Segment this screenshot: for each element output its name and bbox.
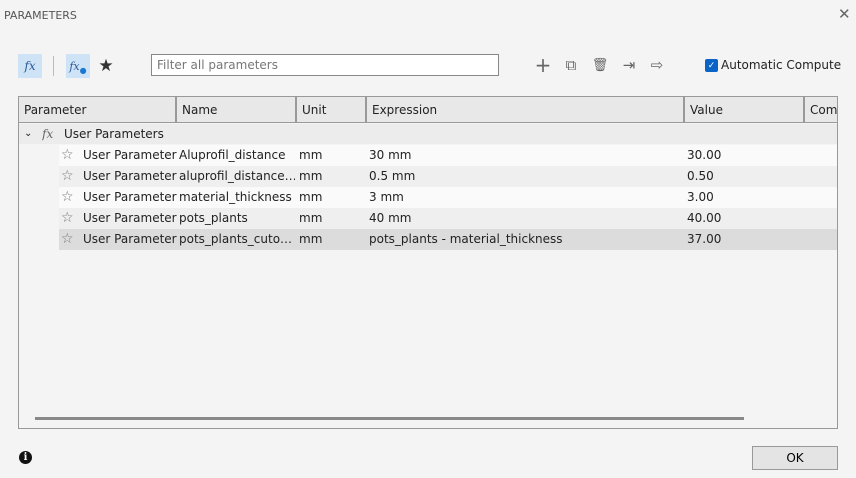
export-icon[interactable]: ⇨ [648, 56, 666, 74]
parameters-table: Parameter Name Unit Expression Value Com… [18, 96, 838, 429]
column-expression[interactable]: Expression [367, 97, 685, 123]
group-label: User Parameters [64, 127, 164, 141]
import-icon[interactable]: ⇥ [620, 56, 638, 74]
table-row[interactable]: ☆ User Parameter Aluprofil_distance mm 3… [59, 145, 837, 166]
param-expression[interactable]: 30 mm [369, 145, 411, 166]
param-unit: mm [299, 232, 323, 246]
param-unit: mm [299, 190, 323, 204]
param-unit: mm [299, 148, 323, 162]
param-type: User Parameter [83, 190, 177, 204]
column-value[interactable]: Value [685, 97, 805, 123]
param-expression[interactable]: pots_plants - material_thickness [369, 229, 563, 250]
toolbar-divider [53, 56, 54, 76]
param-unit: mm [299, 211, 323, 225]
ok-button[interactable]: OK [752, 446, 838, 470]
table-header: Parameter Name Unit Expression Value Com… [19, 97, 837, 123]
automatic-compute-label: Automatic Compute [721, 58, 842, 72]
table-row[interactable]: ☆ User Parameter aluprofil_distance… mm … [59, 166, 837, 187]
param-value: 0.50 [687, 169, 714, 183]
param-name: material_thickness [179, 190, 292, 204]
automatic-compute-checkbox[interactable]: ✓ [705, 59, 718, 72]
fx-icon: fx [42, 127, 54, 141]
favorites-star-icon[interactable]: ★ [94, 54, 118, 78]
column-name[interactable]: Name [177, 97, 297, 123]
column-unit[interactable]: Unit [297, 97, 367, 123]
group-user-parameters[interactable]: ⌄ fx User Parameters [19, 124, 837, 144]
favorite-star-icon[interactable]: ☆ [61, 187, 74, 208]
dialog-title: PARAMETERS [4, 9, 77, 22]
param-expression[interactable]: 0.5 mm [369, 166, 415, 187]
favorite-star-icon[interactable]: ☆ [61, 145, 74, 166]
param-name: aluprofil_distance… [179, 169, 295, 183]
param-type: User Parameter [83, 169, 177, 183]
add-parameter-icon[interactable]: + [534, 53, 552, 77]
table-row[interactable]: ☆ User Parameter pots_plants mm 40 mm 40… [59, 208, 837, 229]
all-parameters-fx-button[interactable]: fx [18, 54, 42, 78]
param-value: 3.00 [687, 190, 714, 204]
param-value: 30.00 [687, 148, 722, 162]
param-name: pots_plants_cuto… [179, 232, 293, 246]
param-type: User Parameter [83, 148, 177, 162]
column-parameter[interactable]: Parameter [19, 97, 177, 123]
param-name: Aluprofil_distance [179, 148, 286, 162]
param-value: 40.00 [687, 211, 722, 225]
delete-icon[interactable]: 🗑 [591, 56, 609, 74]
info-icon[interactable]: i [19, 451, 32, 464]
user-parameters-fx-button[interactable]: fx ● [66, 54, 90, 78]
favorite-star-icon[interactable]: ☆ [61, 208, 74, 229]
param-unit: mm [299, 169, 323, 183]
close-icon[interactable]: ✕ [838, 5, 851, 23]
filter-input[interactable] [151, 54, 499, 76]
param-value: 37.00 [687, 232, 722, 246]
param-expression[interactable]: 40 mm [369, 208, 411, 229]
chevron-down-icon[interactable]: ⌄ [24, 124, 32, 144]
param-type: User Parameter [83, 211, 177, 225]
favorite-star-icon[interactable]: ☆ [61, 229, 74, 250]
copy-icon[interactable]: ⧉ [562, 56, 580, 74]
param-type: User Parameter [83, 232, 177, 246]
param-expression[interactable]: 3 mm [369, 187, 404, 208]
table-row[interactable]: ☆ User Parameter material_thickness mm 3… [59, 187, 837, 208]
favorite-star-icon[interactable]: ☆ [61, 166, 74, 187]
table-row-selected[interactable]: ☆ User Parameter pots_plants_cuto… mm po… [59, 229, 837, 250]
column-comment[interactable]: Comm [805, 97, 837, 123]
param-name: pots_plants [179, 211, 248, 225]
user-icon: ● [79, 65, 87, 75]
horizontal-scrollbar[interactable] [35, 417, 744, 420]
